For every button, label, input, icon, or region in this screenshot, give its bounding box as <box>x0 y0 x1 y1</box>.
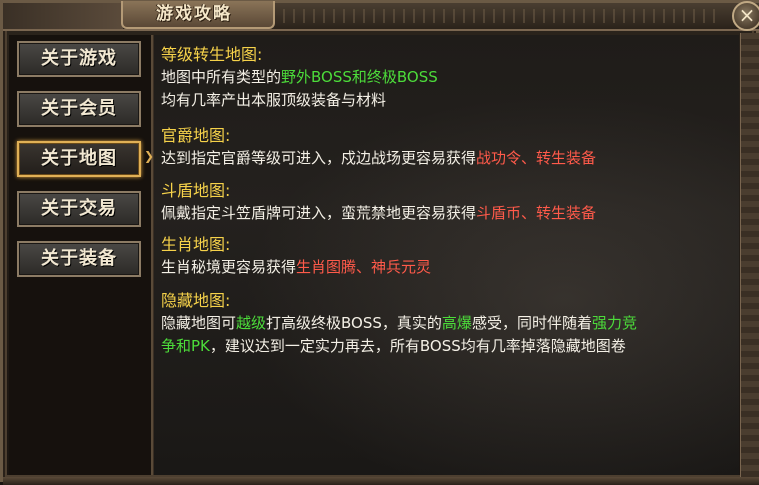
section-zodiac-map: 生肖地图: 生肖秘境更容易获得生肖图腾、神兵元灵 <box>161 234 431 279</box>
window-title: 游戏攻略 <box>156 4 232 24</box>
section-heading: 生肖地图: <box>161 235 231 254</box>
sidebar-item-game[interactable]: 关于游戏 <box>17 41 141 77</box>
dragon-ornament-icon <box>3 3 123 29</box>
guide-content-panel: 等级转生地图: 地图中所有类型的野外BOSS和终极BOSS 均有几率产出本服顶级… <box>153 35 739 475</box>
sidebar-item-membership[interactable]: 关于会员 <box>17 91 141 127</box>
section-text: 佩戴指定斗笠盾牌可进入，蛮荒禁地更容易获得斗盾币、转生装备 <box>161 202 596 225</box>
highlight-text: 越级 <box>236 314 267 332</box>
section-hidden-map: 隐藏地图: 隐藏地图可越级打高级终极BOSS，真实的高爆感受，同时伴随着强力竞 … <box>161 290 637 358</box>
highlight-text: 战功令、转生装备 <box>476 149 597 167</box>
guide-window: 游戏攻略 × 关于游戏 关于会员 关于地图 关于交易 关于装备 ❯ 等级转生地图… <box>0 0 759 485</box>
section-heading: 官爵地图: <box>161 126 231 145</box>
close-button[interactable]: × <box>732 1 759 31</box>
right-frame-rail <box>740 33 759 479</box>
highlight-text: 野外BOSS和终极BOSS <box>281 68 438 86</box>
sidebar-item-map[interactable]: 关于地图 <box>17 141 141 177</box>
text-span: 打高级终极BOSS，真实的 <box>266 314 442 332</box>
highlight-text: 强力竞 <box>591 314 637 332</box>
highlight-text: 高爆 <box>441 314 472 332</box>
active-tab-pointer-icon: ❯ <box>144 149 155 163</box>
section-heading: 隐藏地图: <box>161 291 231 310</box>
section-rank-map: 官爵地图: 达到指定官爵等级可进入，戍边战场更容易获得战功令、转生装备 <box>161 125 596 170</box>
text-span: 达到指定官爵等级可进入，戍边战场更容易获得 <box>161 149 477 167</box>
section-text: 生肖秘境更容易获得生肖图腾、神兵元灵 <box>161 256 431 279</box>
highlight-text: 生肖图腾、神兵元灵 <box>296 258 432 276</box>
text-span: ，建议达到一定实力再去，所有BOSS均有几率掉落隐藏地图卷 <box>209 337 626 355</box>
section-text: 达到指定官爵等级可进入，戍边战场更容易获得战功令、转生装备 <box>161 147 596 170</box>
highlight-text: 斗盾币、转生装备 <box>476 204 597 222</box>
section-text: 争和PK，建议达到一定实力再去，所有BOSS均有几率掉落隐藏地图卷 <box>161 335 637 358</box>
text-span: 地图中所有类型的 <box>161 68 282 86</box>
bottom-frame-border <box>3 477 759 485</box>
section-text: 均有几率产出本服顶级装备与材料 <box>161 91 387 109</box>
section-shield-map: 斗盾地图: 佩戴指定斗笠盾牌可进入，蛮荒禁地更容易获得斗盾币、转生装备 <box>161 180 596 225</box>
text-span: 隐藏地图可 <box>161 314 237 332</box>
text-span: 佩戴指定斗笠盾牌可进入，蛮荒禁地更容易获得 <box>161 204 477 222</box>
sidebar-item-equipment[interactable]: 关于装备 <box>17 241 141 277</box>
title-border-pattern <box>283 9 723 23</box>
section-text: 地图中所有类型的野外BOSS和终极BOSS <box>161 66 438 89</box>
text-span: 生肖秘境更容易获得 <box>161 258 297 276</box>
text-span: 感受，同时伴随着 <box>471 314 592 332</box>
sidebar-item-trade[interactable]: 关于交易 <box>17 191 141 227</box>
section-text: 隐藏地图可越级打高级终极BOSS，真实的高爆感受，同时伴随着强力竞 <box>161 312 637 335</box>
guide-sidebar: 关于游戏 关于会员 关于地图 关于交易 关于装备 <box>9 35 153 475</box>
title-bar: 游戏攻略 <box>3 1 759 31</box>
section-rebirth-map: 等级转生地图: 地图中所有类型的野外BOSS和终极BOSS 均有几率产出本服顶级… <box>161 44 438 112</box>
section-heading: 斗盾地图: <box>161 181 231 200</box>
highlight-text: 争和PK <box>161 337 210 355</box>
section-heading: 等级转生地图: <box>161 45 263 64</box>
